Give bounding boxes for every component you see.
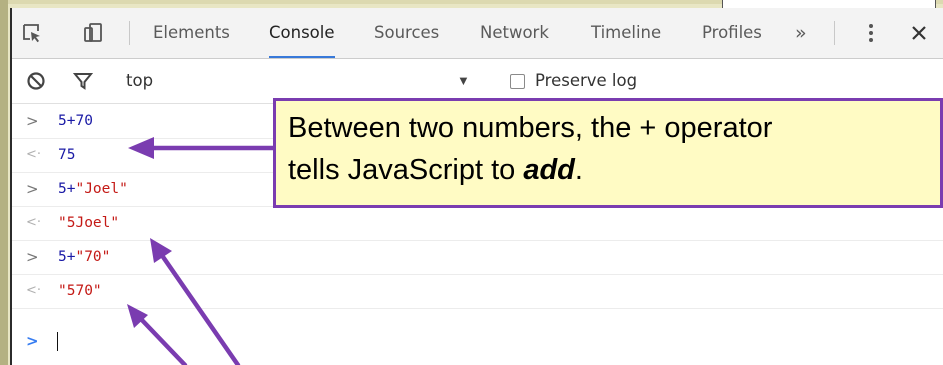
- console-input-text: 5+"Joel": [58, 172, 128, 206]
- preserve-log-checkbox[interactable]: [510, 74, 525, 89]
- context-selector[interactable]: top: [126, 59, 153, 103]
- callout-line-2: tells JavaScript to add.: [288, 149, 930, 191]
- callout-line-1: Between two numbers, the + operator: [288, 112, 773, 144]
- input-prompt-icon: >: [26, 332, 39, 350]
- toolbar-separator: [129, 21, 130, 45]
- tab-elements[interactable]: Elements: [153, 8, 230, 58]
- input-prompt-icon: >: [26, 248, 39, 266]
- clear-console-icon[interactable]: [25, 70, 47, 92]
- preserve-log-label[interactable]: Preserve log: [535, 59, 637, 103]
- input-prompt-icon: >: [26, 112, 39, 130]
- tab-console[interactable]: Console: [269, 8, 335, 58]
- code-number-token: 5+: [58, 181, 76, 197]
- filter-icon[interactable]: [72, 70, 94, 92]
- result-prompt-icon: <·: [26, 215, 42, 230]
- more-tabs-button[interactable]: »: [795, 8, 807, 58]
- annotation-callout: Between two numbers, the + operator tell…: [273, 98, 943, 208]
- console-result-line: <· "5Joel": [12, 206, 943, 241]
- more-options-icon[interactable]: [859, 21, 883, 45]
- tab-network[interactable]: Network: [480, 8, 549, 58]
- result-prompt-icon: <·: [26, 283, 42, 298]
- input-prompt-icon: >: [26, 180, 39, 198]
- toolbar-separator: [834, 21, 835, 45]
- console-result-line: <· "570": [12, 274, 943, 309]
- console-input-line: > 5+"70": [12, 240, 943, 275]
- console-input-text: 5+70: [58, 113, 93, 129]
- code-string-token: "70": [75, 249, 111, 265]
- device-toolbar-icon[interactable]: [82, 21, 106, 45]
- tab-sources[interactable]: Sources: [374, 8, 439, 58]
- callout-text: .: [574, 154, 583, 186]
- callout-emphasis: add: [523, 154, 575, 186]
- inspect-element-icon[interactable]: [20, 21, 44, 45]
- callout-text: tells JavaScript to: [288, 154, 524, 186]
- code-number-token: 5+: [58, 249, 76, 265]
- text-cursor: [57, 332, 58, 351]
- console-result-text: "570": [58, 283, 102, 299]
- close-icon[interactable]: [907, 21, 931, 45]
- tab-profiles[interactable]: Profiles: [702, 8, 762, 58]
- console-result-text: "5Joel": [58, 215, 120, 231]
- console-prompt-line[interactable]: >: [12, 324, 943, 358]
- context-dropdown-arrow-icon[interactable]: ▼: [457, 59, 470, 103]
- result-prompt-icon: <·: [26, 147, 42, 162]
- devtools-toolbar: Elements Console Sources Network Timelin…: [12, 8, 943, 59]
- slide-background-left-edge: [0, 0, 8, 365]
- console-input-text: 5+"70": [58, 240, 110, 274]
- console-result-text: 75: [58, 147, 76, 163]
- code-string-token: "Joel": [75, 181, 128, 197]
- tab-timeline[interactable]: Timeline: [591, 8, 661, 58]
